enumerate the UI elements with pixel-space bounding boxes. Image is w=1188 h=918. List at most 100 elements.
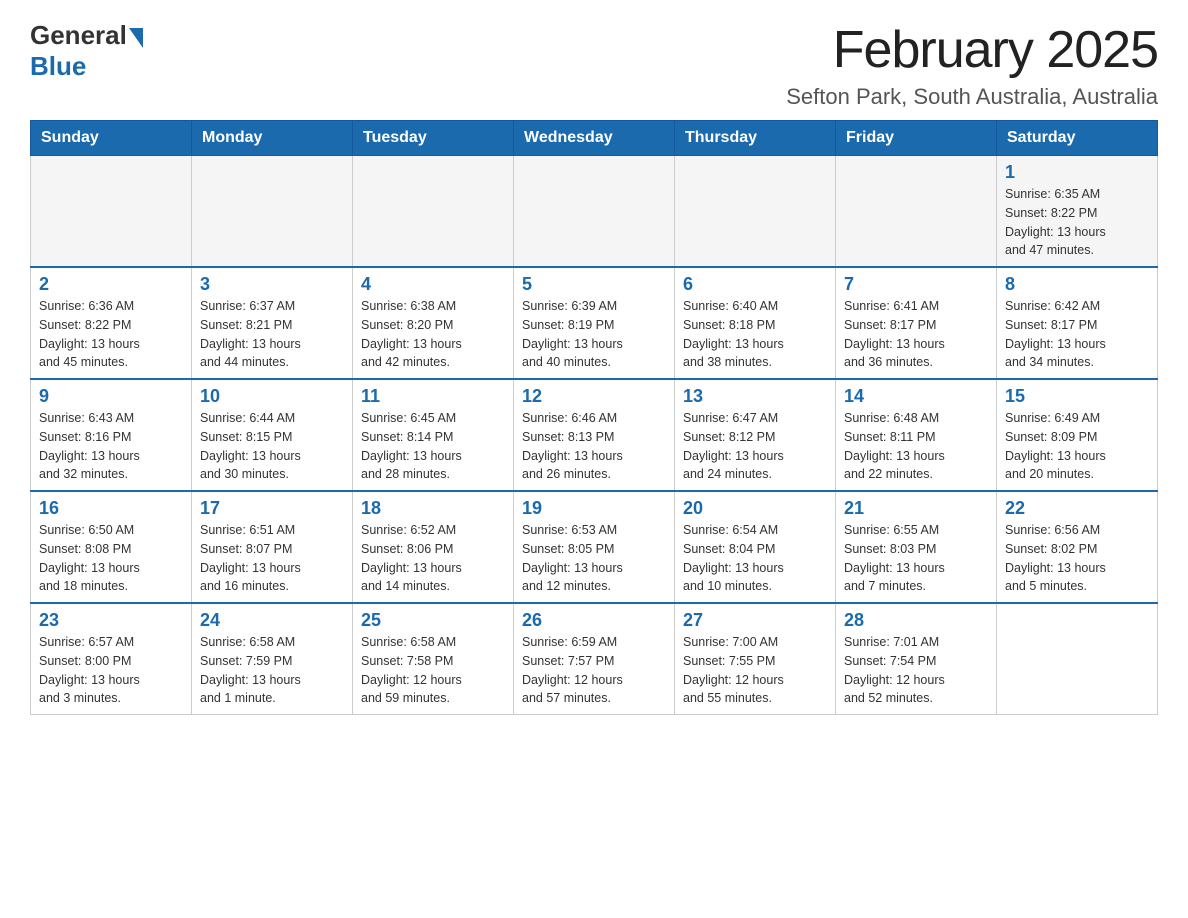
day-cell (31, 156, 192, 268)
header-day-sunday: Sunday (31, 121, 192, 156)
day-info: Sunrise: 7:00 AM Sunset: 7:55 PM Dayligh… (683, 633, 827, 708)
day-cell: 10Sunrise: 6:44 AM Sunset: 8:15 PM Dayli… (192, 379, 353, 491)
day-number: 6 (683, 274, 827, 295)
day-number: 25 (361, 610, 505, 631)
page-header: General Blue February 2025 Sefton Park, … (30, 20, 1158, 110)
week-row-3: 9Sunrise: 6:43 AM Sunset: 8:16 PM Daylig… (31, 379, 1158, 491)
day-cell: 3Sunrise: 6:37 AM Sunset: 8:21 PM Daylig… (192, 267, 353, 379)
day-number: 17 (200, 498, 344, 519)
day-info: Sunrise: 6:58 AM Sunset: 7:58 PM Dayligh… (361, 633, 505, 708)
day-info: Sunrise: 6:41 AM Sunset: 8:17 PM Dayligh… (844, 297, 988, 372)
logo-blue-text: Blue (30, 51, 86, 82)
header-day-saturday: Saturday (997, 121, 1158, 156)
day-cell: 5Sunrise: 6:39 AM Sunset: 8:19 PM Daylig… (514, 267, 675, 379)
calendar-title: February 2025 (786, 20, 1158, 80)
day-number: 11 (361, 386, 505, 407)
day-info: Sunrise: 6:35 AM Sunset: 8:22 PM Dayligh… (1005, 185, 1149, 260)
day-number: 1 (1005, 162, 1149, 183)
day-cell: 27Sunrise: 7:00 AM Sunset: 7:55 PM Dayli… (675, 603, 836, 715)
calendar-table: SundayMondayTuesdayWednesdayThursdayFrid… (30, 120, 1158, 715)
header-day-thursday: Thursday (675, 121, 836, 156)
day-info: Sunrise: 7:01 AM Sunset: 7:54 PM Dayligh… (844, 633, 988, 708)
day-cell (514, 156, 675, 268)
day-info: Sunrise: 6:55 AM Sunset: 8:03 PM Dayligh… (844, 521, 988, 596)
day-info: Sunrise: 6:47 AM Sunset: 8:12 PM Dayligh… (683, 409, 827, 484)
day-cell: 23Sunrise: 6:57 AM Sunset: 8:00 PM Dayli… (31, 603, 192, 715)
day-number: 14 (844, 386, 988, 407)
day-info: Sunrise: 6:53 AM Sunset: 8:05 PM Dayligh… (522, 521, 666, 596)
day-cell: 17Sunrise: 6:51 AM Sunset: 8:07 PM Dayli… (192, 491, 353, 603)
day-info: Sunrise: 6:56 AM Sunset: 8:02 PM Dayligh… (1005, 521, 1149, 596)
calendar-header: SundayMondayTuesdayWednesdayThursdayFrid… (31, 121, 1158, 156)
day-number: 9 (39, 386, 183, 407)
week-row-4: 16Sunrise: 6:50 AM Sunset: 8:08 PM Dayli… (31, 491, 1158, 603)
day-info: Sunrise: 6:37 AM Sunset: 8:21 PM Dayligh… (200, 297, 344, 372)
day-info: Sunrise: 6:48 AM Sunset: 8:11 PM Dayligh… (844, 409, 988, 484)
day-number: 15 (1005, 386, 1149, 407)
day-info: Sunrise: 6:44 AM Sunset: 8:15 PM Dayligh… (200, 409, 344, 484)
day-info: Sunrise: 6:50 AM Sunset: 8:08 PM Dayligh… (39, 521, 183, 596)
day-info: Sunrise: 6:38 AM Sunset: 8:20 PM Dayligh… (361, 297, 505, 372)
logo-arrow-icon (129, 28, 143, 48)
day-cell: 26Sunrise: 6:59 AM Sunset: 7:57 PM Dayli… (514, 603, 675, 715)
title-area: February 2025 Sefton Park, South Austral… (786, 20, 1158, 110)
day-cell: 25Sunrise: 6:58 AM Sunset: 7:58 PM Dayli… (353, 603, 514, 715)
day-cell: 18Sunrise: 6:52 AM Sunset: 8:06 PM Dayli… (353, 491, 514, 603)
day-info: Sunrise: 6:52 AM Sunset: 8:06 PM Dayligh… (361, 521, 505, 596)
day-cell: 6Sunrise: 6:40 AM Sunset: 8:18 PM Daylig… (675, 267, 836, 379)
day-cell: 19Sunrise: 6:53 AM Sunset: 8:05 PM Dayli… (514, 491, 675, 603)
day-info: Sunrise: 6:51 AM Sunset: 8:07 PM Dayligh… (200, 521, 344, 596)
day-cell: 21Sunrise: 6:55 AM Sunset: 8:03 PM Dayli… (836, 491, 997, 603)
logo-general-text: General (30, 20, 127, 51)
day-cell: 4Sunrise: 6:38 AM Sunset: 8:20 PM Daylig… (353, 267, 514, 379)
day-info: Sunrise: 6:40 AM Sunset: 8:18 PM Dayligh… (683, 297, 827, 372)
day-cell: 2Sunrise: 6:36 AM Sunset: 8:22 PM Daylig… (31, 267, 192, 379)
day-info: Sunrise: 6:46 AM Sunset: 8:13 PM Dayligh… (522, 409, 666, 484)
day-number: 7 (844, 274, 988, 295)
day-info: Sunrise: 6:39 AM Sunset: 8:19 PM Dayligh… (522, 297, 666, 372)
day-cell: 15Sunrise: 6:49 AM Sunset: 8:09 PM Dayli… (997, 379, 1158, 491)
day-number: 22 (1005, 498, 1149, 519)
day-number: 10 (200, 386, 344, 407)
day-number: 5 (522, 274, 666, 295)
calendar-subtitle: Sefton Park, South Australia, Australia (786, 84, 1158, 110)
day-cell: 24Sunrise: 6:58 AM Sunset: 7:59 PM Dayli… (192, 603, 353, 715)
day-cell: 1Sunrise: 6:35 AM Sunset: 8:22 PM Daylig… (997, 156, 1158, 268)
day-cell: 20Sunrise: 6:54 AM Sunset: 8:04 PM Dayli… (675, 491, 836, 603)
day-number: 19 (522, 498, 666, 519)
day-cell: 13Sunrise: 6:47 AM Sunset: 8:12 PM Dayli… (675, 379, 836, 491)
day-number: 16 (39, 498, 183, 519)
logo: General Blue (30, 20, 143, 82)
day-number: 18 (361, 498, 505, 519)
day-number: 3 (200, 274, 344, 295)
day-number: 20 (683, 498, 827, 519)
day-number: 21 (844, 498, 988, 519)
day-cell: 7Sunrise: 6:41 AM Sunset: 8:17 PM Daylig… (836, 267, 997, 379)
day-cell (675, 156, 836, 268)
day-number: 4 (361, 274, 505, 295)
day-info: Sunrise: 6:36 AM Sunset: 8:22 PM Dayligh… (39, 297, 183, 372)
day-cell (836, 156, 997, 268)
day-cell: 14Sunrise: 6:48 AM Sunset: 8:11 PM Dayli… (836, 379, 997, 491)
day-cell: 9Sunrise: 6:43 AM Sunset: 8:16 PM Daylig… (31, 379, 192, 491)
calendar-body: 1Sunrise: 6:35 AM Sunset: 8:22 PM Daylig… (31, 156, 1158, 715)
day-number: 24 (200, 610, 344, 631)
week-row-1: 1Sunrise: 6:35 AM Sunset: 8:22 PM Daylig… (31, 156, 1158, 268)
day-info: Sunrise: 6:45 AM Sunset: 8:14 PM Dayligh… (361, 409, 505, 484)
day-info: Sunrise: 6:42 AM Sunset: 8:17 PM Dayligh… (1005, 297, 1149, 372)
header-day-friday: Friday (836, 121, 997, 156)
day-number: 12 (522, 386, 666, 407)
day-info: Sunrise: 6:57 AM Sunset: 8:00 PM Dayligh… (39, 633, 183, 708)
day-number: 23 (39, 610, 183, 631)
day-info: Sunrise: 6:49 AM Sunset: 8:09 PM Dayligh… (1005, 409, 1149, 484)
header-day-tuesday: Tuesday (353, 121, 514, 156)
day-info: Sunrise: 6:59 AM Sunset: 7:57 PM Dayligh… (522, 633, 666, 708)
day-info: Sunrise: 6:58 AM Sunset: 7:59 PM Dayligh… (200, 633, 344, 708)
header-row: SundayMondayTuesdayWednesdayThursdayFrid… (31, 121, 1158, 156)
day-cell (192, 156, 353, 268)
day-cell (997, 603, 1158, 715)
week-row-5: 23Sunrise: 6:57 AM Sunset: 8:00 PM Dayli… (31, 603, 1158, 715)
day-number: 28 (844, 610, 988, 631)
day-cell: 8Sunrise: 6:42 AM Sunset: 8:17 PM Daylig… (997, 267, 1158, 379)
day-number: 2 (39, 274, 183, 295)
